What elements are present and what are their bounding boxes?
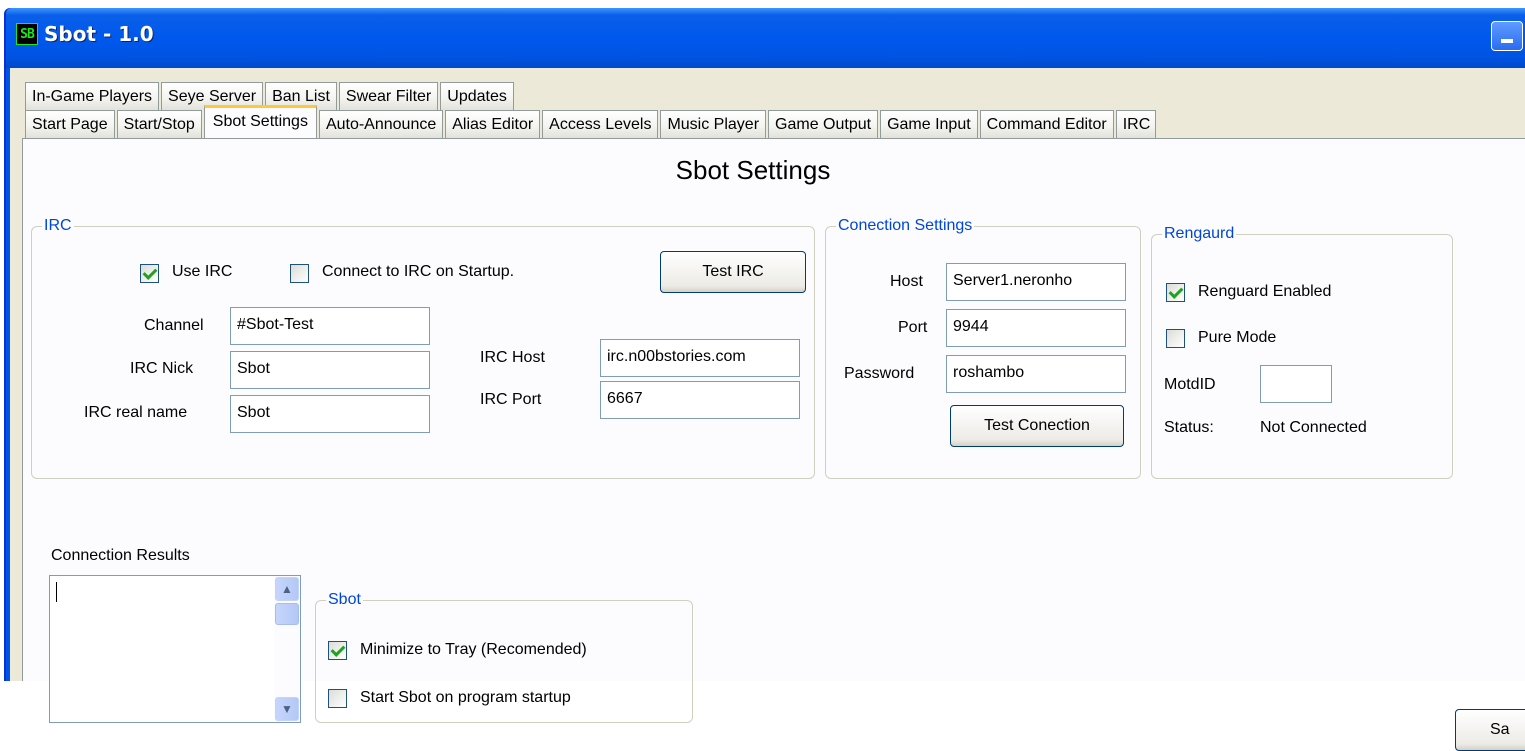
minimize-icon [1501, 39, 1513, 43]
irc-group: IRC Use IRC Connect to IRC on Startup. T… [31, 217, 815, 479]
irc-host-field[interactable]: irc.n00bstories.com [600, 339, 800, 377]
motd-id-label: MotdID [1164, 376, 1216, 393]
tab-command-editor[interactable]: Command Editor [979, 110, 1114, 138]
sbot-app-icon: SB [16, 23, 38, 45]
tab-access-levels[interactable]: Access Levels [542, 110, 659, 138]
pure-mode-checkbox[interactable] [1166, 329, 1185, 348]
app-window: SB Sbot - 1.0 In-Game Players Seye Serve… [4, 8, 1525, 751]
sbot-group: Sbot Minimize to Tray (Recomended) Start… [315, 591, 693, 723]
tab-row-bottom: Start Page Start/Stop Sbot Settings Auto… [25, 105, 1158, 138]
renguard-enabled-label: Renguard Enabled [1198, 283, 1332, 300]
scroll-thumb[interactable] [275, 603, 299, 625]
tab-start-page[interactable]: Start Page [25, 110, 115, 138]
connect-startup-checkbox[interactable] [290, 264, 309, 283]
save-button[interactable]: Sa [1455, 709, 1525, 751]
top-strip [0, 0, 1525, 8]
tab-game-input[interactable]: Game Input [880, 110, 978, 138]
renguard-legend: Rengaurd [1164, 225, 1235, 242]
host-field[interactable]: Server1.neronho [946, 263, 1126, 301]
connection-results-box[interactable]: ▲ ▼ [49, 575, 301, 723]
tab-irc[interactable]: IRC [1115, 110, 1156, 138]
scroll-down-button[interactable]: ▼ [275, 697, 299, 721]
scroll-up-button[interactable]: ▲ [275, 577, 299, 601]
pure-mode-label: Pure Mode [1198, 329, 1277, 346]
host-label: Host [890, 273, 923, 290]
tab-game-output[interactable]: Game Output [768, 110, 879, 138]
irc-port-field[interactable]: 6667 [600, 381, 800, 419]
renguard-enabled-checkbox[interactable] [1166, 283, 1185, 302]
client-area: In-Game Players Seye Server Ban List Swe… [10, 68, 1525, 751]
tab-music-player[interactable]: Music Player [660, 110, 767, 138]
renguard-group: Rengaurd Renguard Enabled Pure Mode Motd… [1151, 225, 1453, 479]
channel-label: Channel [144, 317, 204, 334]
test-connection-button[interactable]: Test Conection [950, 405, 1124, 447]
connect-startup-label: Connect to IRC on Startup. [322, 263, 515, 280]
page-title: Sbot Settings [675, 155, 831, 185]
minimize-to-tray-checkbox[interactable] [328, 641, 347, 660]
settings-page: Sbot Settings IRC Use IRC Connect to IRC… [22, 138, 1525, 751]
tab-swear-filter[interactable]: Swear Filter [338, 82, 439, 110]
window-title: Sbot - 1.0 [44, 22, 154, 46]
use-irc-label: Use IRC [172, 263, 233, 280]
tab-sbot-settings[interactable]: Sbot Settings [203, 105, 317, 138]
connection-settings-group: Conection Settings Host Server1.neronho … [825, 217, 1141, 479]
status-value: Not Connected [1260, 419, 1367, 436]
connection-results-label: Connection Results [51, 547, 190, 564]
minimize-to-tray-label: Minimize to Tray (Recomended) [360, 641, 587, 658]
connection-settings-legend: Conection Settings [838, 217, 973, 234]
minimize-button[interactable] [1491, 21, 1523, 51]
use-irc-checkbox[interactable] [140, 264, 159, 283]
port-field[interactable]: 9944 [946, 309, 1126, 347]
channel-field[interactable]: #Sbot-Test [230, 307, 430, 345]
text-caret [56, 582, 57, 602]
tab-auto-announce[interactable]: Auto-Announce [318, 110, 444, 138]
title-bar[interactable]: SB Sbot - 1.0 [6, 8, 1525, 68]
test-irc-button[interactable]: Test IRC [660, 251, 806, 293]
irc-real-name-label: IRC real name [84, 404, 188, 421]
results-scrollbar[interactable]: ▲ ▼ [274, 576, 300, 722]
tab-updates[interactable]: Updates [440, 82, 514, 110]
sbot-legend: Sbot [328, 591, 361, 608]
irc-nick-field[interactable]: Sbot [230, 351, 430, 389]
tab-alias-editor[interactable]: Alias Editor [445, 110, 541, 138]
password-field[interactable]: roshambo [946, 355, 1126, 393]
irc-real-name-field[interactable]: Sbot [230, 395, 430, 433]
irc-group-legend: IRC [44, 217, 72, 234]
tab-start-stop[interactable]: Start/Stop [116, 110, 202, 138]
port-label: Port [898, 319, 928, 336]
status-label: Status: [1164, 419, 1214, 436]
irc-port-label: IRC Port [480, 391, 542, 408]
start-on-startup-checkbox[interactable] [328, 689, 347, 708]
motd-id-field[interactable] [1260, 365, 1332, 403]
password-label: Password [844, 365, 915, 382]
irc-nick-label: IRC Nick [130, 360, 194, 377]
start-on-startup-label: Start Sbot on program startup [360, 689, 571, 706]
irc-host-label: IRC Host [480, 349, 545, 366]
tab-in-game-players[interactable]: In-Game Players [25, 82, 160, 110]
